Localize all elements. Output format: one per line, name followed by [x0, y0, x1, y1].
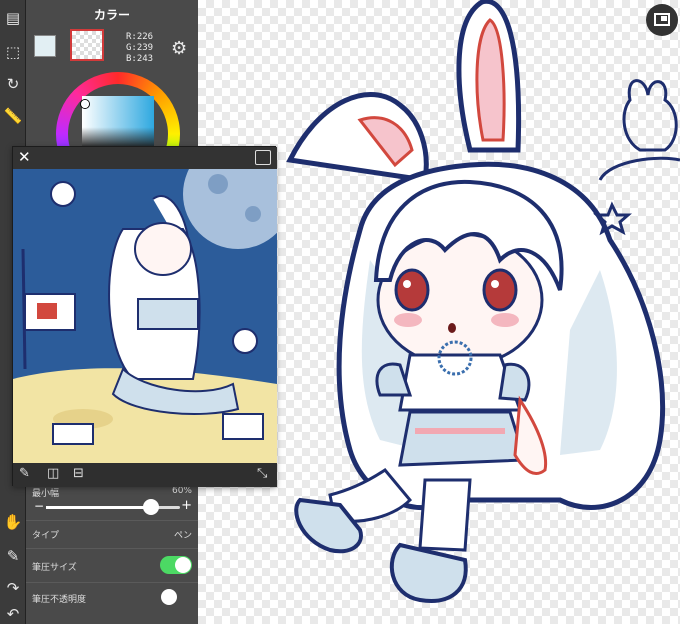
reference-window-header[interactable]: ✕ — [13, 147, 277, 169]
divider — [26, 520, 198, 521]
min-width-value: 60% — [171, 486, 192, 496]
color-panel-title: カラー — [93, 8, 130, 22]
selection-icon[interactable]: ⬚ — [3, 42, 23, 62]
redo-icon[interactable]: ↷ — [3, 578, 23, 598]
color-picker-dot[interactable] — [81, 100, 89, 108]
divider — [26, 548, 198, 549]
divider — [26, 582, 198, 583]
flip-horizontal-icon[interactable]: ◫ — [47, 466, 59, 481]
close-icon[interactable]: ✕ — [18, 148, 31, 166]
type-label: タイプ — [32, 531, 60, 541]
rgb-b-value: B:243 — [126, 54, 154, 64]
brush-panel: 最小幅 60% − + タイプ ペン 筆圧サイズ 筆圧不透明度 — [26, 486, 198, 624]
type-value[interactable]: ペン — [174, 528, 192, 541]
pressure-opacity-toggle[interactable] — [160, 588, 192, 606]
view-toggle-button[interactable] — [646, 4, 678, 36]
reference-window-footer: ✎ ◫ ⊟ ⤡ — [13, 463, 277, 487]
eyedropper-icon[interactable]: ✎ — [19, 466, 30, 481]
rotate-icon[interactable]: ↻ — [3, 74, 23, 94]
min-width-slider-knob[interactable] — [142, 499, 159, 515]
saturation-value-square[interactable] — [82, 96, 154, 148]
moon-bunny-girl-illustration — [13, 169, 277, 463]
resize-icon[interactable]: ⤡ — [257, 466, 267, 481]
undo-icon[interactable]: ↶ — [3, 604, 23, 624]
rgb-g-value: G:239 — [126, 43, 154, 53]
eyedropper-icon[interactable]: ✎ — [3, 546, 23, 566]
layers-icon[interactable]: ▤ — [3, 8, 23, 28]
minus-button[interactable]: − — [34, 499, 44, 513]
reference-window[interactable]: ✕ ✎ ◫ ⊟ ⤡ — [12, 146, 277, 487]
min-width-slider-fill — [46, 506, 151, 509]
min-width-label: 最小幅 — [32, 489, 60, 499]
sub-color-swatch[interactable] — [70, 29, 104, 61]
window-icon — [654, 13, 670, 26]
pressure-opacity-label: 筆圧不透明度 — [32, 595, 87, 605]
color-panel: カラー R:226 G:239 B:243 ⚙ — [26, 0, 198, 196]
pressure-size-label: 筆圧サイズ — [32, 563, 77, 573]
rgb-r-value: R:226 — [126, 32, 154, 42]
flip-vertical-icon[interactable]: ⊟ — [73, 466, 84, 481]
hand-icon[interactable]: ✋ — [3, 512, 23, 532]
ruler-icon[interactable]: 📏 — [3, 106, 23, 126]
image-import-icon[interactable] — [255, 150, 271, 165]
gear-icon[interactable]: ⚙ — [171, 38, 187, 59]
reference-image[interactable] — [13, 169, 277, 463]
main-color-swatch[interactable] — [34, 35, 56, 57]
plus-button[interactable]: + — [181, 498, 192, 513]
pressure-size-toggle[interactable] — [160, 556, 192, 574]
